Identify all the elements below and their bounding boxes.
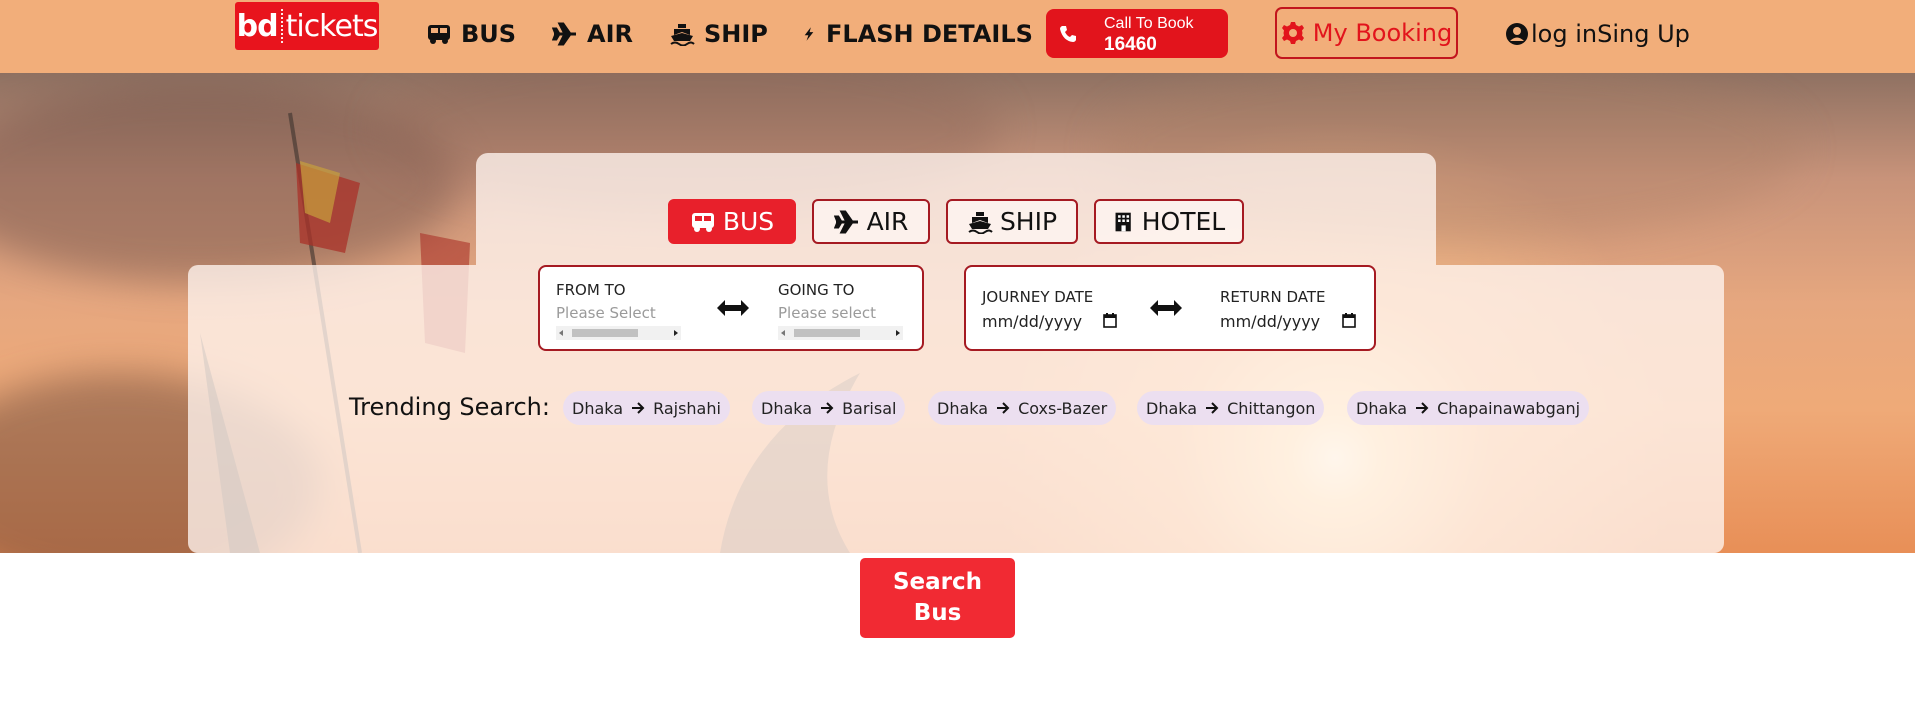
arrow-right-icon — [819, 400, 835, 416]
trending-chip-to: Barisal — [842, 398, 897, 418]
trending-chip-from: Dhaka — [1146, 398, 1198, 418]
logo-text-tickets: tickets — [285, 8, 379, 44]
trending-chip[interactable]: Dhaka Chittangon — [1137, 391, 1325, 425]
tab-ship-label: SHIP — [999, 207, 1058, 236]
tab-hotel-label: HOTEL — [1141, 207, 1226, 236]
trending-search-label: Trending Search: — [349, 393, 550, 421]
nav-bus-link[interactable]: BUS — [426, 15, 516, 53]
trending-chip-to: Chittangon — [1227, 398, 1316, 418]
call-to-book-label: Call To Book — [1104, 15, 1194, 32]
bus-icon — [426, 22, 452, 46]
nav-ship-link[interactable]: SHIP — [669, 15, 768, 53]
tab-air[interactable]: AIR — [812, 199, 930, 244]
nav-flash-details-label: FLASH DETAILS — [826, 20, 1033, 48]
nav-flash-details-link[interactable]: FLASH DETAILS — [801, 15, 1033, 53]
tab-hotel[interactable]: HOTEL — [1094, 199, 1244, 244]
nav-air-link[interactable]: AIR — [552, 15, 633, 53]
trending-chip-to: Chapainawabganj — [1437, 398, 1581, 418]
route-selector-box: FROM TO Please Select GOING TO Please se… — [538, 265, 924, 351]
nav-air-label: AIR — [587, 20, 633, 48]
swap-arrows-icon[interactable] — [715, 296, 751, 320]
return-date-input[interactable]: mm/dd/yyyy — [1220, 312, 1320, 331]
tab-air-label: AIR — [866, 207, 909, 236]
tab-ship[interactable]: SHIP — [946, 199, 1078, 244]
bus-icon — [690, 210, 716, 234]
going-to-label: GOING TO — [778, 281, 855, 299]
plane-icon — [833, 210, 860, 234]
nav-bus-label: BUS — [461, 20, 517, 48]
trending-chip-from: Dhaka — [761, 398, 813, 418]
trending-chip-from: Dhaka — [1356, 398, 1408, 418]
going-to-select-scrollbar[interactable] — [778, 326, 903, 340]
login-signup-label: log inSing Up — [1531, 20, 1690, 48]
calendar-icon[interactable] — [1103, 313, 1117, 328]
ship-icon — [967, 210, 993, 234]
arrow-right-icon — [1204, 400, 1220, 416]
return-date-label: RETURN DATE — [1220, 288, 1326, 306]
arrow-right-icon — [995, 400, 1011, 416]
my-booking-button[interactable]: My Booking — [1275, 7, 1458, 59]
my-booking-label: My Booking — [1312, 19, 1453, 47]
logo-text-bd: bd — [236, 8, 279, 44]
calendar-icon[interactable] — [1342, 313, 1356, 328]
phone-icon — [1058, 24, 1078, 44]
top-navbar: bd tickets BUS AIR SHIP FLASH DETAILS Ca… — [0, 0, 1915, 73]
user-circle-icon — [1505, 22, 1529, 46]
trending-chip-from: Dhaka — [937, 398, 989, 418]
trending-chip[interactable]: Dhaka Barisal — [752, 391, 906, 425]
building-icon — [1113, 210, 1135, 234]
plane-icon — [552, 22, 578, 46]
from-label: FROM TO — [556, 281, 626, 299]
journey-date-label: JOURNEY DATE — [982, 288, 1094, 306]
logo-divider — [280, 9, 283, 43]
gear-icon — [1281, 21, 1305, 45]
going-to-select[interactable]: Please select — [778, 304, 876, 322]
arrow-right-icon — [1414, 400, 1430, 416]
login-signup-link[interactable]: log inSing Up — [1505, 15, 1690, 53]
swap-arrows-icon[interactable] — [1148, 296, 1184, 320]
arrow-right-icon — [630, 400, 646, 416]
call-number: 16460 — [1104, 34, 1157, 55]
trending-chip-from: Dhaka — [572, 398, 624, 418]
date-selector-box: JOURNEY DATE mm/dd/yyyy RETURN DATE mm/d… — [964, 265, 1376, 351]
ship-icon — [669, 22, 695, 46]
trending-chip[interactable]: Dhaka Rajshahi — [563, 391, 730, 425]
call-to-book-button[interactable]: Call To Book 16460 — [1046, 9, 1228, 58]
trending-chip[interactable]: Dhaka Chapainawabganj — [1347, 391, 1590, 425]
journey-date-input[interactable]: mm/dd/yyyy — [982, 312, 1082, 331]
bdtickets-logo[interactable]: bd tickets — [235, 2, 379, 50]
tab-bus[interactable]: BUS — [668, 199, 796, 244]
trending-chip-to: Coxs-Bazer — [1018, 398, 1108, 418]
trending-chip-to: Rajshahi — [653, 398, 721, 418]
tab-bus-label: BUS — [722, 207, 775, 236]
bolt-icon — [801, 22, 817, 46]
search-bus-button[interactable]: Search Bus — [860, 558, 1015, 638]
search-button-line1: Search — [892, 569, 983, 595]
nav-ship-label: SHIP — [704, 20, 768, 48]
from-select-scrollbar[interactable] — [556, 326, 681, 340]
from-select[interactable]: Please Select — [556, 304, 656, 322]
trending-chip[interactable]: Dhaka Coxs-Bazer — [928, 391, 1117, 425]
search-button-line2: Bus — [913, 600, 962, 626]
